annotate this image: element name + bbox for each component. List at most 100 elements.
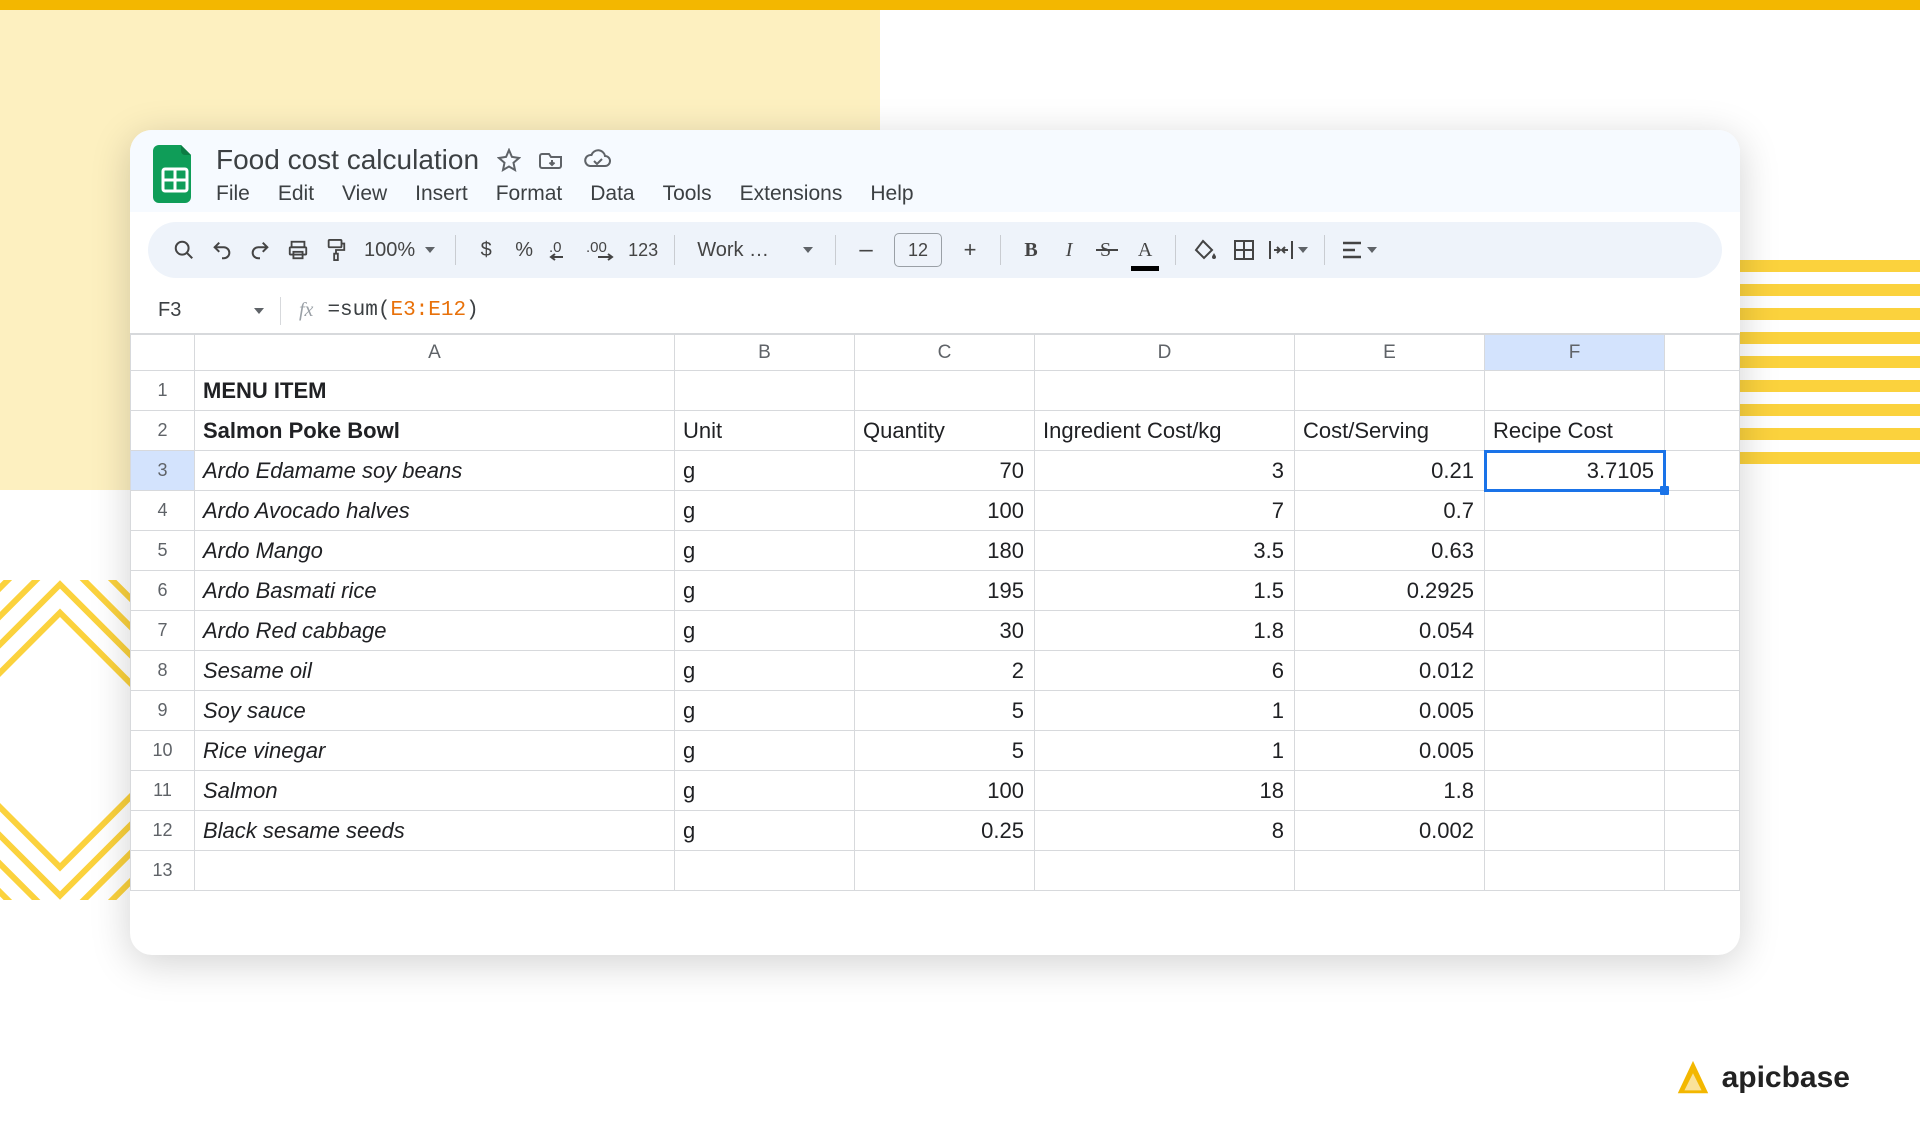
cell[interactable]: 0.012 bbox=[1295, 651, 1485, 691]
cell[interactable]: 3.5 bbox=[1035, 531, 1295, 571]
cell[interactable]: MENU ITEM bbox=[195, 371, 675, 411]
spreadsheet-grid[interactable]: A B C D E F 1 MENU ITEM 2 Salmon Poke bbox=[130, 334, 1740, 955]
active-cell[interactable]: 3.7105 bbox=[1485, 451, 1665, 491]
cell[interactable]: 195 bbox=[855, 571, 1035, 611]
row-header[interactable]: 3 bbox=[131, 451, 195, 491]
cell[interactable]: Ingredient Cost/kg bbox=[1035, 411, 1295, 451]
document-title[interactable]: Food cost calculation bbox=[216, 144, 479, 176]
cell[interactable]: 18 bbox=[1035, 771, 1295, 811]
cell[interactable]: g bbox=[675, 651, 855, 691]
column-header-D[interactable]: D bbox=[1035, 335, 1295, 371]
cell[interactable]: 0.002 bbox=[1295, 811, 1485, 851]
row-header[interactable]: 2 bbox=[131, 411, 195, 451]
cell[interactable] bbox=[675, 851, 855, 891]
cell[interactable]: 8 bbox=[1035, 811, 1295, 851]
row-header[interactable]: 4 bbox=[131, 491, 195, 531]
bold-button[interactable]: B bbox=[1013, 232, 1049, 268]
cell[interactable] bbox=[195, 851, 675, 891]
cell[interactable] bbox=[1665, 851, 1740, 891]
cell[interactable] bbox=[1665, 531, 1740, 571]
cell[interactable] bbox=[1665, 491, 1740, 531]
cell[interactable]: Cost/Serving bbox=[1295, 411, 1485, 451]
cell[interactable] bbox=[1485, 491, 1665, 531]
text-color-button[interactable]: A bbox=[1127, 232, 1163, 268]
cell[interactable] bbox=[1485, 611, 1665, 651]
cell[interactable]: Ardo Red cabbage bbox=[195, 611, 675, 651]
cell[interactable] bbox=[1485, 731, 1665, 771]
cell[interactable] bbox=[1485, 851, 1665, 891]
cell[interactable]: 1 bbox=[1035, 731, 1295, 771]
cell[interactable] bbox=[675, 371, 855, 411]
cell[interactable]: 5 bbox=[855, 731, 1035, 771]
cell[interactable]: Ardo Avocado halves bbox=[195, 491, 675, 531]
cell[interactable]: 1.8 bbox=[1295, 771, 1485, 811]
cell[interactable]: Recipe Cost bbox=[1485, 411, 1665, 451]
decrease-font-size-button[interactable]: – bbox=[848, 232, 884, 268]
menu-file[interactable]: File bbox=[216, 182, 250, 206]
cell[interactable]: Salmon Poke Bowl bbox=[195, 411, 675, 451]
horizontal-align-button[interactable] bbox=[1337, 232, 1381, 268]
cell[interactable]: 1.5 bbox=[1035, 571, 1295, 611]
cell[interactable] bbox=[1485, 651, 1665, 691]
increase-decimal-button[interactable]: .00 bbox=[582, 232, 622, 268]
column-header-C[interactable]: C bbox=[855, 335, 1035, 371]
cell[interactable]: 0.005 bbox=[1295, 691, 1485, 731]
cell[interactable]: 5 bbox=[855, 691, 1035, 731]
column-header-E[interactable]: E bbox=[1295, 335, 1485, 371]
cell[interactable] bbox=[1665, 811, 1740, 851]
cell[interactable]: g bbox=[675, 451, 855, 491]
cell[interactable] bbox=[1485, 571, 1665, 611]
cell[interactable] bbox=[1665, 691, 1740, 731]
column-header-extra[interactable] bbox=[1665, 335, 1740, 371]
cell[interactable]: 0.63 bbox=[1295, 531, 1485, 571]
cell[interactable] bbox=[1665, 571, 1740, 611]
menu-tools[interactable]: Tools bbox=[663, 182, 712, 206]
cell[interactable]: 0.21 bbox=[1295, 451, 1485, 491]
cell[interactable]: 180 bbox=[855, 531, 1035, 571]
row-header[interactable]: 6 bbox=[131, 571, 195, 611]
row-header[interactable]: 8 bbox=[131, 651, 195, 691]
font-size-input[interactable]: 12 bbox=[894, 233, 942, 267]
cell[interactable]: 1 bbox=[1035, 691, 1295, 731]
format-percent-button[interactable]: % bbox=[506, 232, 542, 268]
cell[interactable]: 2 bbox=[855, 651, 1035, 691]
cell[interactable] bbox=[1485, 691, 1665, 731]
row-header[interactable]: 7 bbox=[131, 611, 195, 651]
cell[interactable] bbox=[1485, 371, 1665, 411]
cell[interactable] bbox=[1665, 651, 1740, 691]
merge-cells-button[interactable] bbox=[1264, 232, 1312, 268]
menu-extensions[interactable]: Extensions bbox=[740, 182, 843, 206]
borders-button[interactable] bbox=[1226, 232, 1262, 268]
row-header[interactable]: 12 bbox=[131, 811, 195, 851]
cell[interactable]: 1.8 bbox=[1035, 611, 1295, 651]
italic-button[interactable]: I bbox=[1051, 232, 1087, 268]
cell[interactable]: 6 bbox=[1035, 651, 1295, 691]
cell[interactable]: g bbox=[675, 611, 855, 651]
cell[interactable]: g bbox=[675, 571, 855, 611]
cell[interactable]: 0.25 bbox=[855, 811, 1035, 851]
cell[interactable] bbox=[1665, 451, 1740, 491]
cell[interactable] bbox=[1295, 851, 1485, 891]
column-header-F[interactable]: F bbox=[1485, 335, 1665, 371]
cell[interactable]: Ardo Basmati rice bbox=[195, 571, 675, 611]
cell[interactable]: 7 bbox=[1035, 491, 1295, 531]
cell[interactable] bbox=[855, 371, 1035, 411]
menu-edit[interactable]: Edit bbox=[278, 182, 314, 206]
cell[interactable]: 0.005 bbox=[1295, 731, 1485, 771]
move-icon[interactable] bbox=[539, 148, 565, 172]
column-header-B[interactable]: B bbox=[675, 335, 855, 371]
menu-view[interactable]: View bbox=[342, 182, 387, 206]
row-header[interactable]: 5 bbox=[131, 531, 195, 571]
cell[interactable]: Quantity bbox=[855, 411, 1035, 451]
format-currency-button[interactable]: $ bbox=[468, 232, 504, 268]
menu-format[interactable]: Format bbox=[496, 182, 563, 206]
decrease-decimal-button[interactable]: .0 bbox=[544, 232, 580, 268]
cell[interactable]: Sesame oil bbox=[195, 651, 675, 691]
increase-font-size-button[interactable]: + bbox=[952, 232, 988, 268]
cell[interactable]: Ardo Edamame soy beans bbox=[195, 451, 675, 491]
cell[interactable]: g bbox=[675, 531, 855, 571]
zoom-select[interactable]: 100% bbox=[356, 232, 443, 268]
row-header[interactable]: 11 bbox=[131, 771, 195, 811]
cloud-saved-icon[interactable] bbox=[583, 148, 613, 172]
cell[interactable]: g bbox=[675, 771, 855, 811]
